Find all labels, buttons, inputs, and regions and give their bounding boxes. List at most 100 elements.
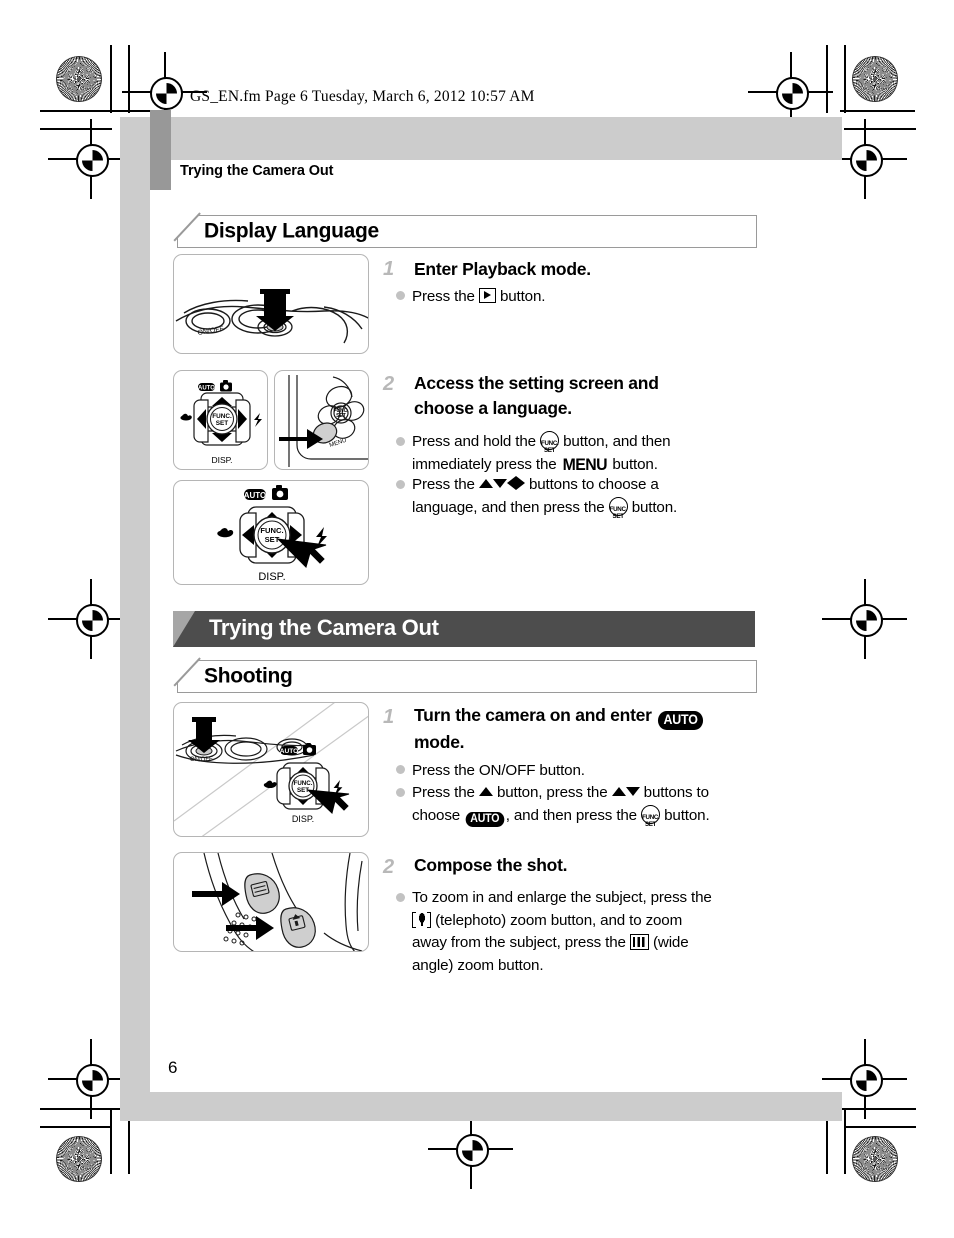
bullet-marker [396, 480, 405, 489]
registration-rosette-icon [852, 56, 898, 102]
set-label: SET [644, 820, 657, 828]
crop-mark-line [840, 1108, 916, 1110]
bullet-marker [396, 788, 405, 797]
step-title: Enter Playback mode. [414, 259, 591, 279]
body-text-fragment: (wide [648, 934, 689, 951]
registration-rosette-icon [56, 56, 102, 102]
running-head: Trying the Camera Out [180, 163, 334, 179]
step-body-text: Press the button, press the buttons to ch… [412, 782, 762, 828]
crop-mark-line [110, 1108, 112, 1174]
crop-mark-line [128, 45, 130, 113]
crop-mark-line [840, 110, 915, 112]
registration-rosette-icon [852, 1136, 898, 1182]
svg-text:SET: SET [216, 420, 229, 427]
func-set-icon: FUNC. SET [641, 804, 661, 828]
down-arrow-icon [492, 479, 507, 488]
right-arrow-icon [515, 476, 525, 490]
illustration-zoom-buttons [173, 852, 369, 952]
playback-icon [478, 288, 496, 303]
body-text-fragment: button, press the [492, 784, 612, 801]
step-number: 2 [383, 373, 395, 395]
svg-text:ON/OFF: ON/OFF [190, 757, 213, 763]
crop-mark-line [826, 45, 828, 113]
telephoto-zoom-icon [412, 911, 431, 928]
illustration-playback-button-press: ON/OFF [173, 254, 369, 354]
body-text-fragment: buttons to choose a [524, 476, 659, 493]
svg-text:ON/OFF: ON/OFF [197, 325, 224, 336]
body-text-fragment: away from the subject, press the [412, 934, 630, 951]
body-text-fragment: button, and then [559, 433, 671, 450]
section-heading-display-language: Display Language [177, 215, 757, 248]
top-gray-band [120, 117, 842, 160]
svg-text:DISP.: DISP. [258, 571, 285, 583]
registration-target-icon [850, 604, 883, 637]
page-number: 6 [168, 1058, 178, 1077]
step-body-text: Press the ON/OFF button. [412, 762, 585, 779]
svg-text:SET: SET [265, 535, 280, 544]
svg-text:FUNC.: FUNC. [212, 413, 232, 420]
up-arrow-icon [478, 479, 493, 488]
registration-target-icon [76, 144, 109, 177]
up-arrow-icon [478, 787, 493, 796]
step-title: Compose the shot. [414, 855, 568, 875]
body-text-fragment: To zoom in and enlarge the subject, pres… [412, 889, 712, 906]
registration-target-icon [456, 1134, 489, 1167]
set-label: SET [543, 447, 556, 455]
body-text-fragment: immediately press the [412, 455, 561, 473]
bullet-marker [396, 437, 405, 446]
step-title-line: Access the setting screen and [414, 373, 659, 393]
svg-text:DISP.: DISP. [292, 814, 314, 824]
body-text-fragment: button. [608, 455, 658, 473]
illustration-navigation-dial: FUNC. SET AUTO DISP. [173, 480, 369, 585]
registration-target-icon [150, 77, 183, 110]
up-arrow-icon [611, 787, 626, 796]
section-heading-shooting: Shooting [177, 660, 757, 693]
registration-target-icon [76, 604, 109, 637]
body-text-fragment: choose [412, 806, 465, 824]
auto-mode-icon: AUTO [465, 812, 505, 827]
body-text-fragment: button. [627, 498, 678, 516]
svg-text:DISP.: DISP. [211, 455, 232, 465]
registration-rosette-icon [56, 1136, 102, 1182]
chapter-banner-triangle-icon [173, 611, 195, 647]
registration-target-icon [850, 144, 883, 177]
crop-mark-line [844, 128, 916, 130]
illustration-func-set-dial: FUNC. SET AUTO DISP. [173, 370, 268, 470]
body-text-fragment: (telephoto) zoom button, and to zoom [431, 911, 683, 929]
section-heading-corner-cut [172, 657, 204, 689]
crop-mark-line [844, 45, 846, 113]
left-arrow-icon [506, 476, 516, 490]
set-label: SET [612, 512, 624, 520]
body-text-fragment: Press and hold the [412, 433, 541, 450]
svg-text:SET: SET [336, 413, 346, 419]
wide-angle-zoom-icon [629, 934, 649, 950]
chapter-banner: Trying the Camera Out [173, 611, 755, 647]
body-text-fragment: , and then press the [505, 806, 642, 824]
body-text-fragment: Press the [412, 476, 479, 493]
body-text-fragment: Press the [412, 288, 479, 305]
svg-text:AUTO: AUTO [244, 491, 267, 500]
step-title-line: choose a language. [414, 398, 572, 418]
section-heading-label: Shooting [204, 664, 293, 688]
step-number: 2 [383, 856, 395, 878]
chapter-thumb-tab [150, 110, 171, 190]
registration-target-icon [76, 1064, 109, 1097]
step-body-text: Press and hold the FUNC. SET button, and … [412, 431, 757, 476]
body-text-fragment: Press the [412, 784, 479, 801]
section-heading-corner-cut [172, 212, 204, 244]
svg-text:AUTO: AUTO [198, 386, 215, 392]
illustration-power-and-dial: ON/OFF FUNC. SET AUTO DISP. [173, 702, 369, 837]
section-heading-label: Display Language [204, 219, 379, 243]
func-set-icon: FUNC. SET [540, 431, 560, 454]
step-number: 1 [383, 706, 395, 728]
step-body-text: Press the buttons to choose a language, a… [412, 474, 757, 520]
svg-text:FUNC.: FUNC. [260, 526, 283, 535]
bullet-marker [396, 291, 405, 300]
body-text-fragment: angle) zoom button. [412, 956, 544, 974]
svg-text:AUTO: AUTO [280, 748, 299, 755]
step-title-fragment: Turn the camera on and enter [414, 705, 657, 725]
crop-mark-line [40, 1126, 112, 1128]
step-title: Access the setting screen and choose a l… [414, 371, 744, 421]
left-gray-margin [120, 117, 150, 1121]
body-text-fragment: button. [495, 288, 546, 305]
